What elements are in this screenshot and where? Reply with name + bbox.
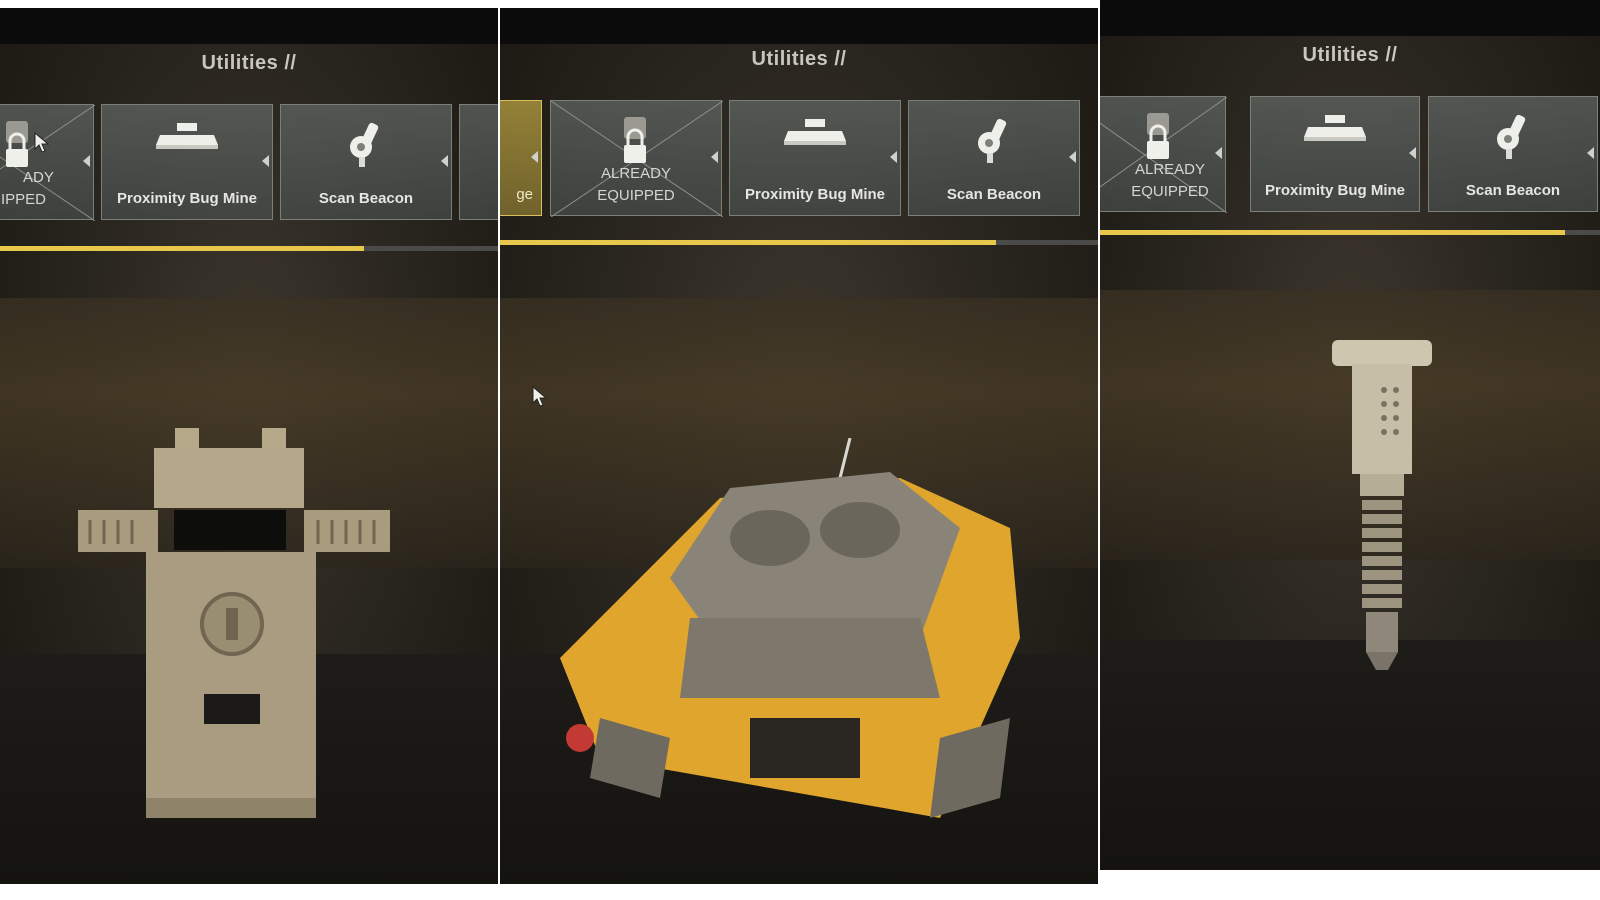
menu-title: Utilities // xyxy=(1302,44,1398,66)
locked-label-top: ALREADY xyxy=(600,165,672,182)
card-previous-selected[interactable]: ge xyxy=(500,100,542,216)
cursor-icon xyxy=(34,132,50,153)
progress-fill xyxy=(1100,230,1565,235)
card-proximity-bug-mine[interactable]: Proximity Bug Mine xyxy=(729,100,901,216)
carousel-progress xyxy=(0,246,498,251)
card-label: Scan Beacon xyxy=(1465,182,1561,199)
carousel-progress xyxy=(500,240,1098,245)
lock-icon xyxy=(1147,113,1169,159)
chevron-left-icon xyxy=(262,155,269,167)
card-already-equipped[interactable]: ALREADY EQUIPPED xyxy=(1100,96,1227,213)
utility-item-model xyxy=(1332,340,1432,670)
locked-label-bottom: EQUIPPED xyxy=(597,187,675,204)
locked-label-bottom: IPPED xyxy=(1,191,47,208)
card-label: Scan Beacon xyxy=(946,186,1042,203)
panel-2: Utilities // ge ALREADY EQUIPPED Proximi… xyxy=(500,8,1098,884)
card-scan-beacon[interactable]: Scan Beacon xyxy=(280,104,452,220)
progress-fill xyxy=(0,246,364,251)
card-label: Proximity Bug Mine xyxy=(116,190,258,207)
card-label: Scan Beacon xyxy=(318,190,414,207)
card-proximity-bug-mine[interactable]: Proximity Bug Mine xyxy=(1250,96,1420,212)
chevron-left-icon xyxy=(531,151,538,163)
locked-label-top: ADY xyxy=(23,169,54,186)
lock-icon xyxy=(6,121,28,167)
card-label: Proximity Bug Mine xyxy=(744,186,886,203)
menu-title: Utilities // xyxy=(201,52,297,74)
top-band xyxy=(1100,0,1600,36)
beacon-icon xyxy=(1497,114,1526,159)
chevron-left-icon xyxy=(1587,147,1594,159)
mine-icon xyxy=(784,119,846,145)
lock-icon xyxy=(624,117,646,163)
card-scan-beacon[interactable]: Scan Beacon xyxy=(1428,96,1598,212)
locked-label-bottom: EQUIPPED xyxy=(1131,183,1209,200)
card-label: ge xyxy=(516,186,533,203)
cursor-icon xyxy=(532,386,548,407)
utility-carousel: ADY IPPED Proximity Bug Mine Scan Beacon xyxy=(0,104,498,222)
chevron-left-icon xyxy=(1409,147,1416,159)
carousel-progress xyxy=(1100,230,1600,235)
utility-item-model xyxy=(560,438,1020,818)
top-band xyxy=(0,8,498,44)
mine-icon xyxy=(156,123,218,149)
menu-title: Utilities // xyxy=(751,48,847,70)
card-already-equipped[interactable]: ADY IPPED xyxy=(0,104,95,221)
mine-icon xyxy=(1304,115,1366,141)
chevron-left-icon xyxy=(1215,147,1222,159)
card-partial[interactable] xyxy=(459,104,498,220)
chevron-left-icon xyxy=(441,155,448,167)
panel-3: Utilities // ALREADY EQUIPPED Proximity … xyxy=(1100,0,1600,870)
utility-item-model xyxy=(78,428,390,818)
beacon-icon xyxy=(350,122,379,167)
chevron-left-icon xyxy=(890,151,897,163)
progress-fill xyxy=(500,240,997,245)
chevron-left-icon xyxy=(711,151,718,163)
card-scan-beacon[interactable]: Scan Beacon xyxy=(908,100,1080,216)
card-already-equipped[interactable]: ALREADY EQUIPPED xyxy=(550,100,723,217)
locked-label-top: ALREADY xyxy=(1134,161,1206,178)
beacon-icon xyxy=(978,118,1007,163)
card-proximity-bug-mine[interactable]: Proximity Bug Mine xyxy=(101,104,273,220)
card-label: Proximity Bug Mine xyxy=(1264,182,1406,199)
utility-carousel: ge ALREADY EQUIPPED Proximity Bug Mine S… xyxy=(500,100,1098,218)
panel-1: Utilities // ADY IPPED Proximity Bug Min… xyxy=(0,8,498,884)
chevron-left-icon xyxy=(83,155,90,167)
chevron-left-icon xyxy=(1069,151,1076,163)
utility-carousel: ALREADY EQUIPPED Proximity Bug Mine Scan… xyxy=(1100,96,1600,214)
top-band xyxy=(500,8,1098,44)
